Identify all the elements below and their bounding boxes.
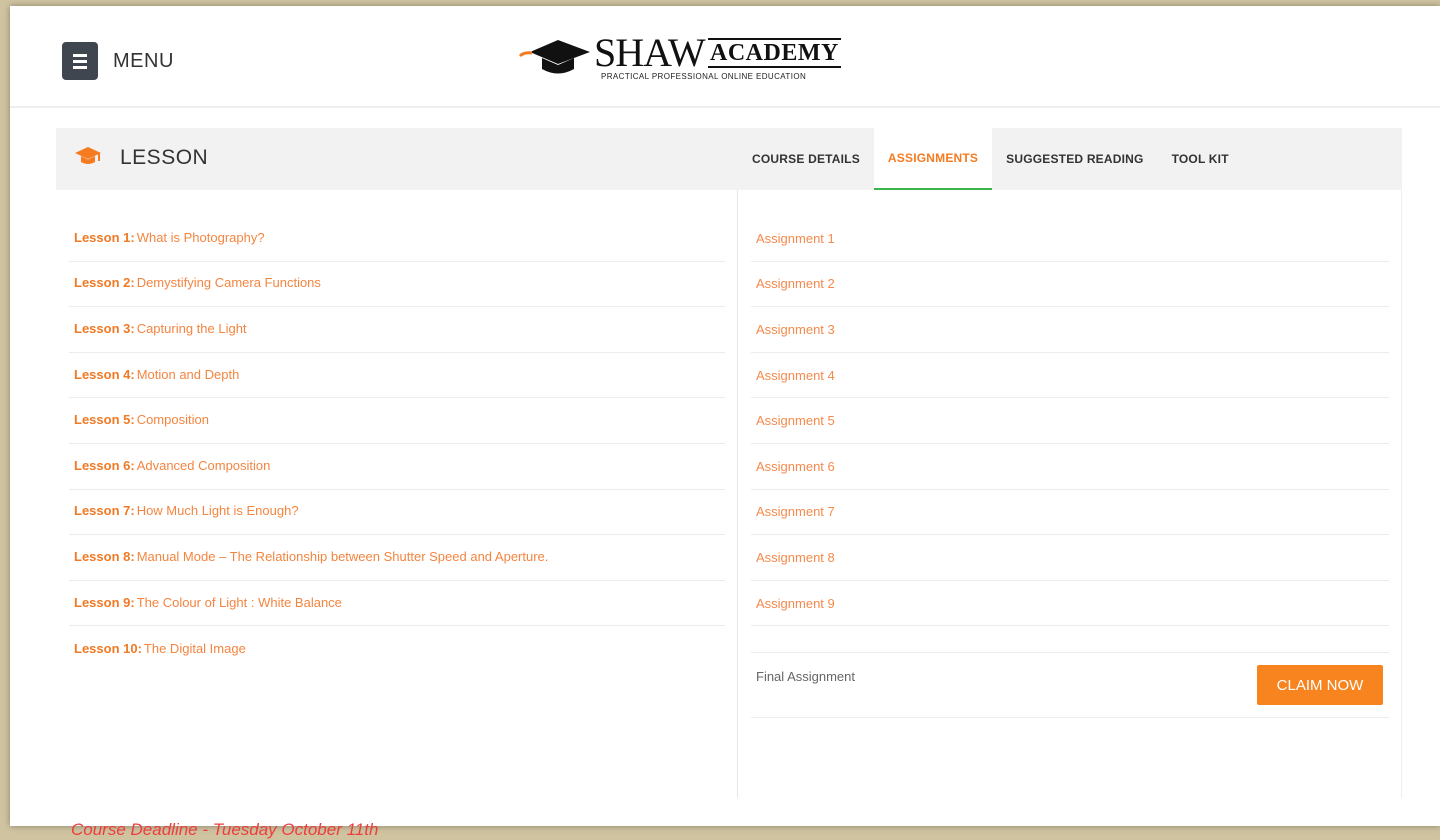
- tab-suggested-reading[interactable]: SUGGESTED READING: [992, 128, 1157, 190]
- lesson-title: Manual Mode – The Relationship between S…: [136, 548, 549, 564]
- lesson-link-8[interactable]: Lesson 8: Manual Mode – The Relationship…: [69, 535, 725, 581]
- lesson-link-2[interactable]: Lesson 2: Demystifying Camera Functions: [69, 262, 725, 308]
- lesson-number: Lesson 5:: [74, 412, 135, 428]
- tab-assignments[interactable]: ASSIGNMENTS: [873, 128, 993, 190]
- lesson-number: Lesson 8:: [74, 548, 135, 564]
- tab-course-details[interactable]: COURSE DETAILS: [738, 128, 874, 190]
- menu-button[interactable]: [62, 42, 98, 80]
- assignment-link-8[interactable]: Assignment 8: [751, 535, 1389, 581]
- assignment-link-5[interactable]: Assignment 5: [751, 398, 1389, 444]
- logo-wordmark: SHAW: [594, 30, 706, 75]
- course-deadline: Course Deadline - Tuesday October 11th: [71, 820, 379, 839]
- lesson-number: Lesson 4:: [74, 366, 135, 382]
- lesson-link-5[interactable]: Lesson 5: Composition: [69, 398, 725, 444]
- lesson-title: Demystifying Camera Functions: [136, 275, 321, 291]
- lesson-column: Lesson 1: What is Photography? Lesson 2:…: [56, 190, 738, 839]
- lesson-panel-header: LESSON COURSE DETAILS ASSIGNMENTS SUGGES…: [56, 128, 1402, 190]
- lesson-title: Advanced Composition: [136, 457, 271, 473]
- graduation-cap-icon: [75, 147, 101, 164]
- lesson-title: Motion and Depth: [136, 366, 240, 382]
- hamburger-icon-line: [73, 59, 87, 63]
- tab-tool-kit[interactable]: TOOL KIT: [1158, 128, 1243, 190]
- lesson-link-10[interactable]: Lesson 10: The Digital Image: [69, 626, 725, 672]
- assignments-column: Assignment 1 Assignment 2 Assignment 3 A…: [739, 190, 1402, 798]
- shaw-academy-logo[interactable]: SHAW ACADEMY PRACTICAL PROFESSIONAL ONLI…: [518, 32, 858, 88]
- lesson-number: Lesson 6:: [74, 457, 135, 473]
- panel-title: LESSON: [120, 146, 209, 169]
- assignment-link-2[interactable]: Assignment 2: [751, 262, 1389, 308]
- final-assignment-label: Final Assignment: [756, 669, 855, 684]
- lesson-link-7[interactable]: Lesson 7: How Much Light is Enough?: [69, 490, 725, 536]
- assignment-link-1[interactable]: Assignment 1: [751, 216, 1389, 262]
- lesson-number: Lesson 9:: [74, 594, 135, 610]
- menu-label[interactable]: MENU: [113, 50, 174, 73]
- lesson-panel: LESSON COURSE DETAILS ASSIGNMENTS SUGGES…: [56, 128, 1402, 839]
- lesson-link-1[interactable]: Lesson 1: What is Photography?: [69, 216, 725, 262]
- lesson-link-3[interactable]: Lesson 3: Capturing the Light: [69, 307, 725, 353]
- lesson-title: Composition: [136, 412, 209, 428]
- lesson-number: Lesson 10:: [74, 640, 142, 656]
- hamburger-icon-line: [73, 65, 87, 69]
- assignment-link-3[interactable]: Assignment 3: [751, 307, 1389, 353]
- logo-tagline: PRACTICAL PROFESSIONAL ONLINE EDUCATION: [601, 72, 807, 81]
- lesson-number: Lesson 2:: [74, 275, 135, 291]
- lesson-title: The Digital Image: [143, 640, 246, 656]
- hamburger-icon: [73, 53, 87, 57]
- graduation-cap-icon: [518, 40, 590, 74]
- lesson-list: Lesson 1: What is Photography? Lesson 2:…: [69, 216, 725, 672]
- final-assignment-row: Final Assignment CLAIM NOW: [751, 652, 1389, 718]
- lesson-title: Capturing the Light: [136, 320, 247, 336]
- lesson-number: Lesson 7:: [74, 503, 135, 519]
- lesson-link-9[interactable]: Lesson 9: The Colour of Light : White Ba…: [69, 581, 725, 627]
- assignment-list: Assignment 1 Assignment 2 Assignment 3 A…: [751, 216, 1389, 627]
- assignment-link-4[interactable]: Assignment 4: [751, 353, 1389, 399]
- lesson-title: The Colour of Light : White Balance: [136, 594, 342, 610]
- assignment-link-7[interactable]: Assignment 7: [751, 490, 1389, 536]
- lesson-number: Lesson 1:: [74, 229, 135, 245]
- page-frame: MENU SHAW ACADEMY PRACTICAL PROFESSIONAL…: [10, 6, 1440, 839]
- lesson-link-6[interactable]: Lesson 6: Advanced Composition: [69, 444, 725, 490]
- lesson-link-4[interactable]: Lesson 4: Motion and Depth: [69, 353, 725, 399]
- tab-bar: COURSE DETAILS ASSIGNMENTS SUGGESTED REA…: [738, 128, 1243, 190]
- claim-now-button[interactable]: CLAIM NOW: [1257, 665, 1383, 705]
- lesson-title: How Much Light is Enough?: [136, 503, 299, 519]
- assignment-link-6[interactable]: Assignment 6: [751, 444, 1389, 490]
- assignment-link-9[interactable]: Assignment 9: [751, 581, 1389, 627]
- logo-academy-text: ACADEMY: [708, 38, 841, 68]
- lesson-number: Lesson 3:: [74, 320, 135, 336]
- site-header: MENU SHAW ACADEMY PRACTICAL PROFESSIONAL…: [10, 6, 1440, 108]
- lesson-title: What is Photography?: [136, 229, 265, 245]
